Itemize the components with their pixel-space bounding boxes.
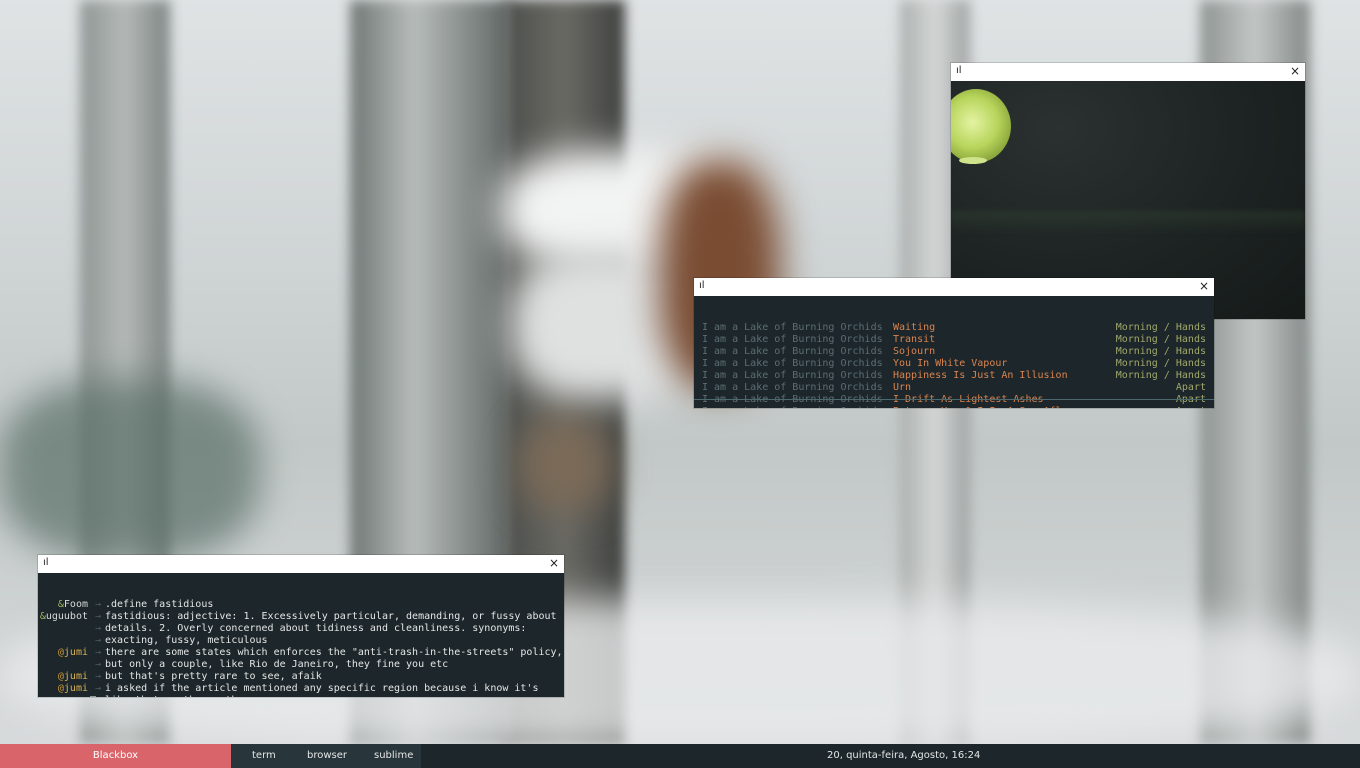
- chat-line: → details. 2. Overly concerned about tidi…: [38, 623, 564, 635]
- chat-line: &Foom → .define fastidious: [38, 599, 564, 611]
- track-artist: I am a Lake of Burning Orchids: [702, 370, 883, 381]
- chat-nick: @jumi: [58, 647, 88, 659]
- chat-message: like that on the south: [105, 695, 237, 697]
- arrow-icon: →: [95, 599, 102, 610]
- track-artist: I am a Lake of Burning Orchids: [702, 322, 883, 333]
- track-album: Morning / Hands: [1115, 370, 1206, 381]
- nick-name: Foom: [63, 599, 88, 610]
- chat-line: @jumi → i asked if the article mentioned a…: [38, 683, 564, 695]
- track-title: Urn: [893, 382, 912, 393]
- music-close-button[interactable]: ×: [1199, 279, 1209, 293]
- chat-line: → exacting, fussy, meticulous: [38, 635, 564, 647]
- task-browser[interactable]: browser: [307, 744, 347, 768]
- arrow-icon: →: [95, 647, 102, 658]
- music-titlebar[interactable]: ıl ×: [694, 278, 1214, 296]
- track-album: Morning / Hands: [1115, 358, 1206, 369]
- chat-message: but only a couple, like Rio de Janeiro, …: [105, 659, 449, 670]
- nick-name: jumi: [63, 647, 88, 658]
- track-row[interactable]: I am a Lake of Burning Orchids You In Whi…: [694, 358, 1214, 370]
- chat-message: i asked if the article mentioned any spe…: [105, 683, 539, 694]
- chat-message: .define fastidious: [105, 599, 214, 610]
- taskbar: Blackbox term browser sublime 20, quinta…: [0, 744, 1360, 768]
- nick-name: uguubot: [45, 611, 88, 622]
- chat-line: → but only a couple, like Rio de Janeiro,…: [38, 659, 564, 671]
- viewer-close-button[interactable]: ×: [1290, 64, 1300, 78]
- viewer-titlebar[interactable]: ıl ×: [951, 63, 1305, 81]
- arrow-icon: →: [95, 635, 102, 646]
- text-cursor: [90, 696, 97, 697]
- irc-terminal-window: ıl × &Foom → .define fastidious &uguubot → fa…: [38, 555, 564, 697]
- track-row[interactable]: I am a Lake of Burning Orchids Waiting Mor…: [694, 322, 1214, 334]
- chat-nick: @jumi: [58, 671, 88, 683]
- track-album: Morning / Hands: [1115, 346, 1206, 357]
- irc-terminal[interactable]: &Foom → .define fastidious &uguubot → fastidi…: [38, 573, 564, 697]
- irc-close-button[interactable]: ×: [549, 556, 559, 570]
- chat-line: @jumi → there are some states which enforc…: [38, 647, 564, 659]
- chat-line: @jumi → but that's pretty rare to see, afa…: [38, 671, 564, 683]
- window-menu-icon[interactable]: ıl: [699, 280, 705, 291]
- workspace-name[interactable]: Blackbox: [0, 744, 231, 768]
- music-terminal[interactable]: I am a Lake of Burning Orchids Waiting Mor…: [694, 296, 1214, 408]
- chat-nick: &uguubot: [40, 611, 88, 623]
- window-menu-icon[interactable]: ıl: [43, 557, 49, 568]
- track-row[interactable]: I am a Lake of Burning Orchids Urn Apart: [694, 382, 1214, 394]
- track-title: Waiting: [893, 322, 936, 333]
- track-artist: I am a Lake of Burning Orchids: [702, 346, 883, 357]
- chat-message: there are some states which enforces the…: [105, 647, 563, 658]
- arrow-icon: →: [95, 623, 102, 634]
- window-menu-icon[interactable]: ıl: [956, 65, 962, 76]
- task-term[interactable]: term: [252, 744, 276, 768]
- chat-nick: &Foom: [58, 599, 88, 611]
- clock: 20, quinta-feira, Agosto, 16:24: [827, 750, 981, 761]
- track-album: Morning / Hands: [1115, 334, 1206, 345]
- track-album: Morning / Hands: [1115, 322, 1206, 333]
- chat-message: but that's pretty rare to see, afaik: [105, 671, 322, 682]
- track-row[interactable]: I am a Lake of Burning Orchids Happiness …: [694, 370, 1214, 382]
- chat-message: details. 2. Overly concerned about tidin…: [105, 623, 527, 634]
- chat-message: exacting, fussy, meticulous: [105, 635, 268, 646]
- arrow-icon: →: [95, 611, 102, 622]
- task-list: term browser sublime: [231, 744, 421, 768]
- music-command-line[interactable]: [694, 399, 1214, 408]
- track-album: Apart: [1175, 382, 1206, 393]
- chat-log: &Foom → .define fastidious &uguubot → fastidi…: [38, 597, 564, 697]
- arrow-icon: →: [95, 671, 102, 682]
- chat-line: &uguubot → fastidious: adjective: 1. Exces…: [38, 611, 564, 623]
- track-title: Transit: [893, 334, 936, 345]
- track-row[interactable]: I am a Lake of Burning Orchids Transit Mor…: [694, 334, 1214, 346]
- track-artist: I am a Lake of Burning Orchids: [702, 358, 883, 369]
- arrow-icon: →: [95, 659, 102, 670]
- track-list: I am a Lake of Burning Orchids Waiting Mor…: [694, 320, 1214, 408]
- track-title: You In White Vapour: [893, 358, 1008, 369]
- track-row[interactable]: I am a Lake of Burning Orchids Sojourn Mor…: [694, 346, 1214, 358]
- track-artist: I am a Lake of Burning Orchids: [702, 334, 883, 345]
- track-title: Happiness Is Just An Illusion: [893, 370, 1068, 381]
- irc-titlebar[interactable]: ıl ×: [38, 555, 564, 573]
- nick-name: jumi: [63, 671, 88, 682]
- music-player-window: ıl × I am a Lake of Burning Orchids Waiti…: [694, 278, 1214, 408]
- task-sublime[interactable]: sublime: [374, 744, 413, 768]
- track-artist: I am a Lake of Burning Orchids: [702, 382, 883, 393]
- chat-message: fastidious: adjective: 1. Excessively pa…: [105, 611, 557, 622]
- irc-input[interactable]: >: [44, 684, 97, 697]
- lantern-image-element: [951, 89, 1011, 164]
- chat-line: →like that on the south: [38, 695, 564, 697]
- track-title: Sojourn: [893, 346, 936, 357]
